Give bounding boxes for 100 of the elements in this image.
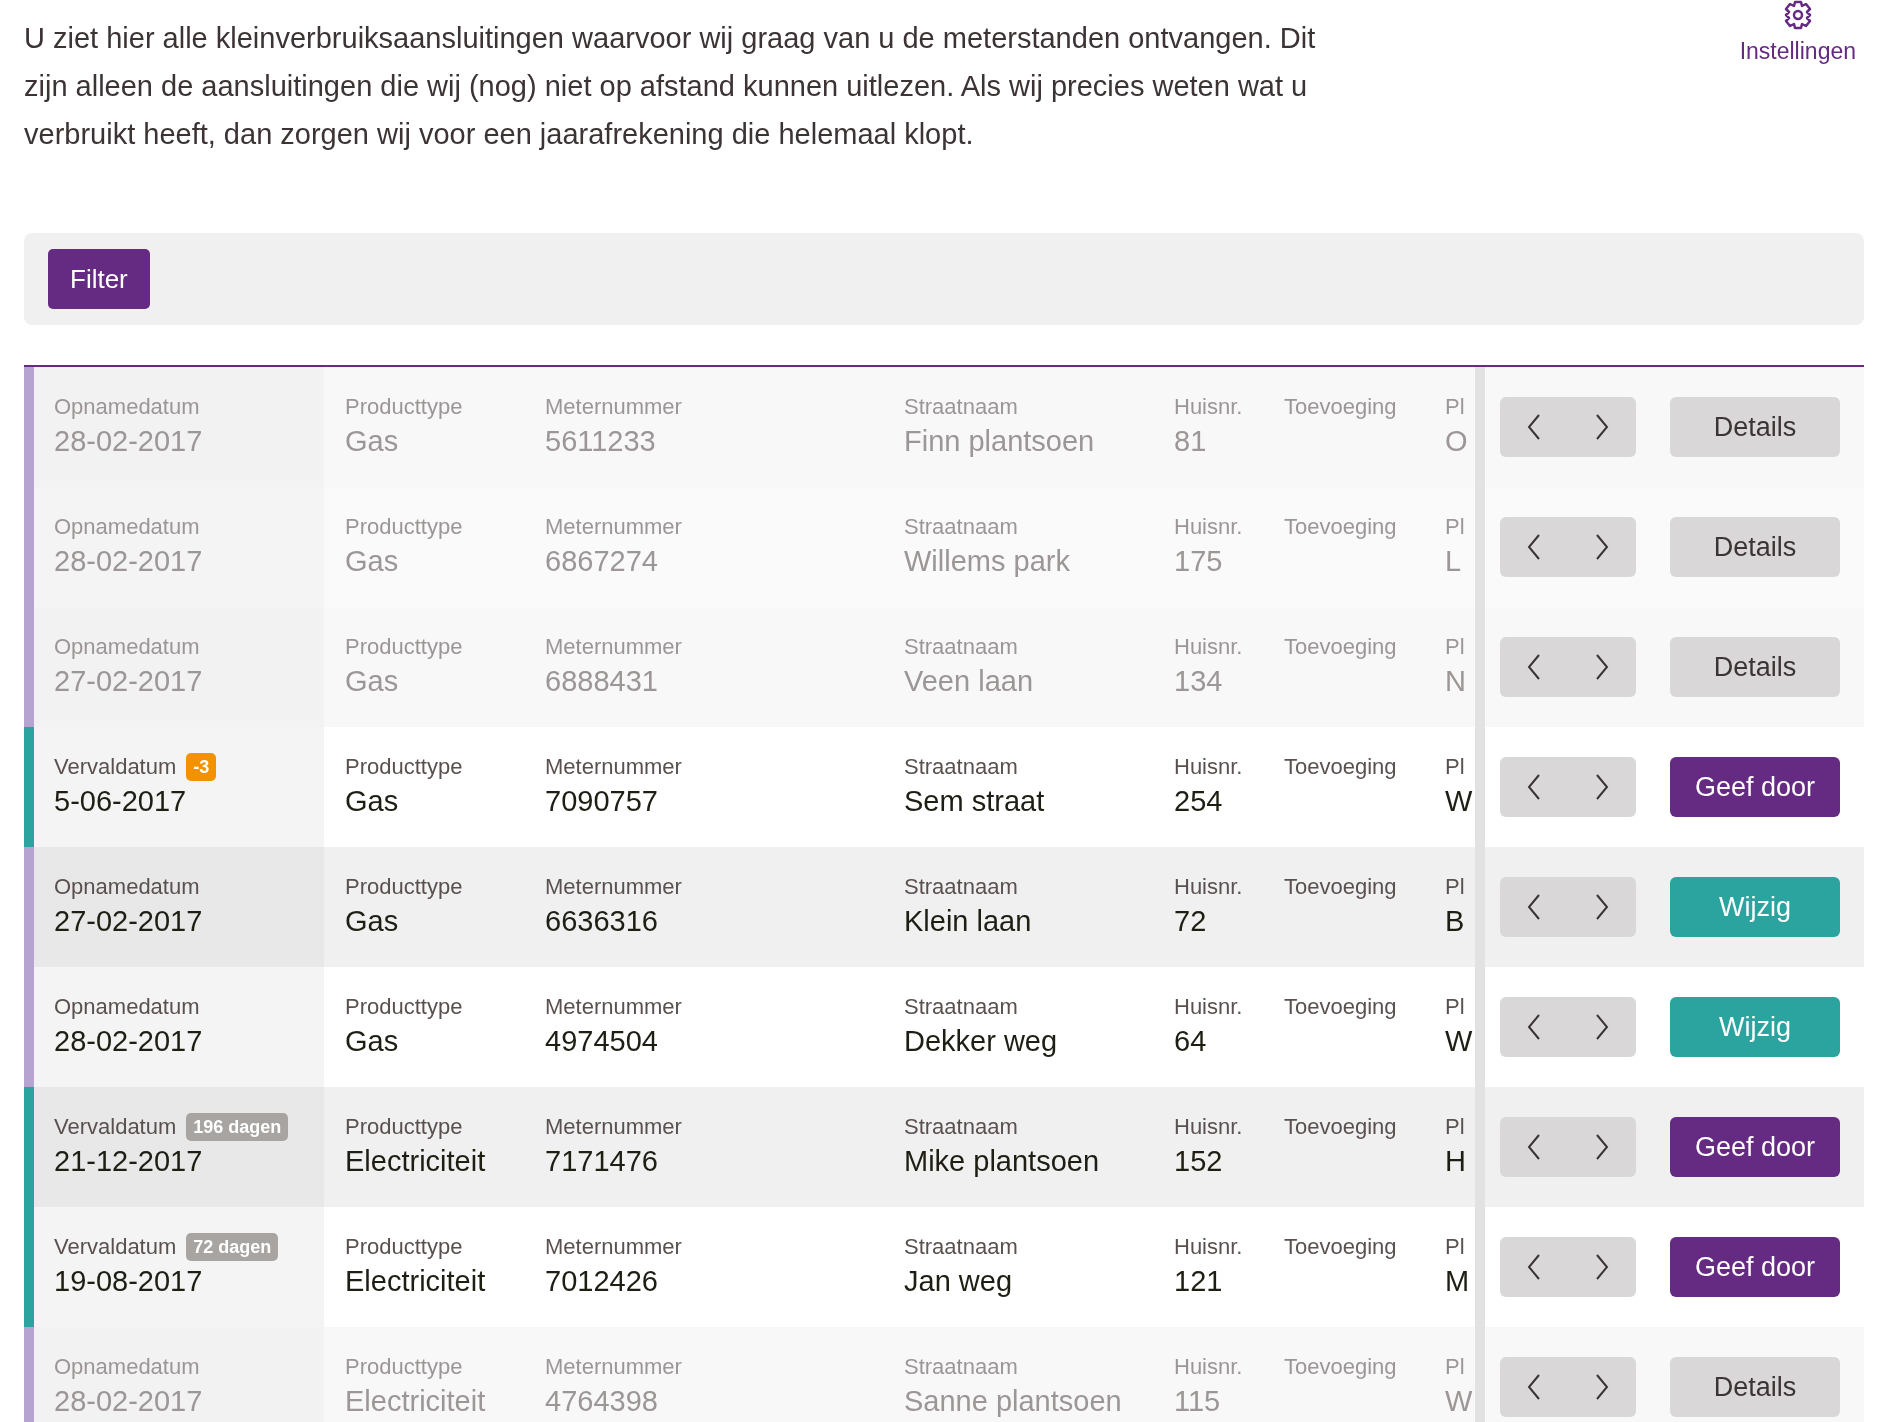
house-number-label: Huisnr. xyxy=(1174,393,1244,421)
place-label: Pl xyxy=(1445,1353,1466,1381)
street-label: Straatnaam xyxy=(904,633,1019,661)
previous-button[interactable] xyxy=(1500,1117,1568,1177)
date-value: 5-06-2017 xyxy=(54,784,188,819)
meter-label: Meternummer xyxy=(545,993,683,1021)
place-label: Pl xyxy=(1445,993,1466,1021)
product-value: Electriciteit xyxy=(345,1144,487,1179)
details-button[interactable]: Details xyxy=(1670,1357,1840,1417)
next-button[interactable] xyxy=(1568,397,1636,457)
place-label: Pl xyxy=(1445,753,1466,781)
house-number-value: 115 xyxy=(1174,1384,1222,1419)
meter-value: 4764398 xyxy=(545,1384,659,1419)
date-label: Opnamedatum xyxy=(54,633,200,661)
addition-label: Toevoeging xyxy=(1284,1233,1398,1261)
next-button[interactable] xyxy=(1568,517,1636,577)
chevron-left-icon xyxy=(1527,894,1541,920)
date-label: Opnamedatum xyxy=(54,1353,200,1381)
meter-value: 6867274 xyxy=(545,544,659,579)
previous-button[interactable] xyxy=(1500,637,1568,697)
settings-link[interactable]: Instellingen xyxy=(1739,0,1856,65)
next-button[interactable] xyxy=(1568,637,1636,697)
chevron-right-icon xyxy=(1595,774,1609,800)
next-button[interactable] xyxy=(1568,1237,1636,1297)
street-label: Straatnaam xyxy=(904,873,1019,901)
street-value: Finn plantsoen xyxy=(904,424,1096,459)
previous-button[interactable] xyxy=(1500,1237,1568,1297)
product-value: Gas xyxy=(345,1024,400,1059)
house-number-value: 72 xyxy=(1174,904,1208,939)
place-label: Pl xyxy=(1445,873,1466,901)
house-number-label: Huisnr. xyxy=(1174,1113,1244,1141)
previous-button[interactable] xyxy=(1500,877,1568,937)
street-value: Veen laan xyxy=(904,664,1034,699)
product-label: Producttype xyxy=(345,1353,464,1381)
place-label: Pl xyxy=(1445,393,1466,421)
chevron-left-icon xyxy=(1527,654,1541,680)
place-value: O xyxy=(1445,424,1469,459)
meter-label: Meternummer xyxy=(545,753,683,781)
street-value: Jan weg xyxy=(904,1264,1013,1299)
next-button[interactable] xyxy=(1568,1117,1636,1177)
meter-value: 6888431 xyxy=(545,664,659,699)
chevron-left-icon xyxy=(1527,1014,1541,1040)
submit-button[interactable]: Geef door xyxy=(1670,1237,1840,1297)
product-label: Producttype xyxy=(345,393,464,421)
house-number-value: 254 xyxy=(1174,784,1224,819)
house-number-value: 175 xyxy=(1174,544,1224,579)
meter-label: Meternummer xyxy=(545,873,683,901)
date-value: 28-02-2017 xyxy=(54,1384,204,1419)
place-value: M xyxy=(1445,1264,1469,1299)
date-label: Vervaldatum xyxy=(54,753,177,781)
previous-button[interactable] xyxy=(1500,1357,1568,1417)
next-button[interactable] xyxy=(1568,1357,1636,1417)
meter-value: 7090757 xyxy=(545,784,659,819)
chevron-right-icon xyxy=(1595,894,1609,920)
place-label: Pl xyxy=(1445,1233,1466,1261)
product-value: Electriciteit xyxy=(345,1264,487,1299)
date-label: Vervaldatum xyxy=(54,1113,177,1141)
house-number-label: Huisnr. xyxy=(1174,873,1244,901)
street-label: Straatnaam xyxy=(904,1113,1019,1141)
chevron-right-icon xyxy=(1595,414,1609,440)
product-value: Gas xyxy=(345,424,400,459)
chevron-left-icon xyxy=(1527,414,1541,440)
previous-button[interactable] xyxy=(1500,517,1568,577)
details-button[interactable]: Details xyxy=(1670,517,1840,577)
submit-button[interactable]: Geef door xyxy=(1670,1117,1840,1177)
next-button[interactable] xyxy=(1568,877,1636,937)
meter-value: 7171476 xyxy=(545,1144,659,1179)
place-label: Pl xyxy=(1445,513,1466,541)
previous-button[interactable] xyxy=(1500,757,1568,817)
meter-label: Meternummer xyxy=(545,513,683,541)
product-label: Producttype xyxy=(345,633,464,661)
house-number-label: Huisnr. xyxy=(1174,1353,1244,1381)
addition-label: Toevoeging xyxy=(1284,993,1398,1021)
filter-button[interactable]: Filter xyxy=(48,249,150,309)
date-label: Opnamedatum xyxy=(54,873,200,901)
product-label: Producttype xyxy=(345,1113,464,1141)
date-value: 19-08-2017 xyxy=(54,1264,204,1299)
date-label: Opnamedatum xyxy=(54,393,200,421)
chevron-right-icon xyxy=(1595,1374,1609,1400)
house-number-value: 81 xyxy=(1174,424,1208,459)
meter-value: 5611233 xyxy=(545,424,657,459)
place-value: H xyxy=(1445,1144,1467,1179)
details-button[interactable]: Details xyxy=(1670,397,1840,457)
chevron-right-icon xyxy=(1595,1014,1609,1040)
addition-label: Toevoeging xyxy=(1284,873,1398,901)
submit-button[interactable]: Geef door xyxy=(1670,757,1840,817)
chevron-right-icon xyxy=(1595,1134,1609,1160)
previous-button[interactable] xyxy=(1500,397,1568,457)
house-number-value: 152 xyxy=(1174,1144,1224,1179)
street-value: Klein laan xyxy=(904,904,1033,939)
chevron-right-icon xyxy=(1595,534,1609,560)
street-value: Mike plantsoen xyxy=(904,1144,1101,1179)
addition-label: Toevoeging xyxy=(1284,633,1398,661)
details-button[interactable]: Details xyxy=(1670,637,1840,697)
product-label: Producttype xyxy=(345,513,464,541)
addition-label: Toevoeging xyxy=(1284,753,1398,781)
street-label: Straatnaam xyxy=(904,393,1019,421)
next-button[interactable] xyxy=(1568,757,1636,817)
previous-button[interactable] xyxy=(1500,997,1568,1057)
next-button[interactable] xyxy=(1568,997,1636,1057)
